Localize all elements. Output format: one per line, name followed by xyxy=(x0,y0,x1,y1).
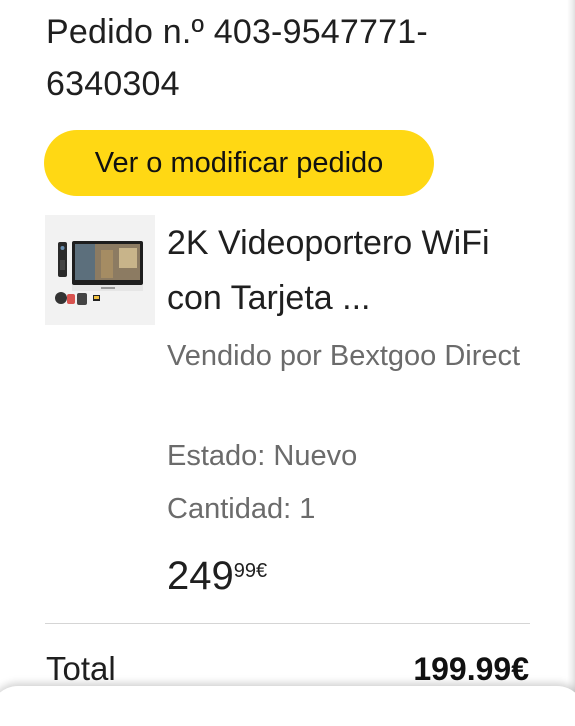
price-whole: 249 xyxy=(167,554,234,598)
product-image[interactable] xyxy=(45,215,155,325)
item-price: 24999€ xyxy=(167,552,267,600)
screen-edge-shadow xyxy=(567,0,575,703)
order-number-title: Pedido n.º 403-9547771-6340304 xyxy=(46,13,428,103)
condition-text: Estado: Nuevo xyxy=(167,440,358,472)
product-title-link[interactable]: 2K Videoportero WiFi con Tarjeta ... xyxy=(167,216,507,326)
bottom-sheet-top-edge xyxy=(0,686,575,726)
video-doorbell-kit-image xyxy=(45,215,155,325)
section-divider xyxy=(45,623,530,624)
quantity-text: Cantidad: 1 xyxy=(167,493,316,525)
price-fraction: 99€ xyxy=(233,560,268,582)
view-modify-order-button[interactable]: Ver o modificar pedido xyxy=(44,130,434,196)
seller-info: Vendido por Bextgoo Direct xyxy=(167,340,521,372)
